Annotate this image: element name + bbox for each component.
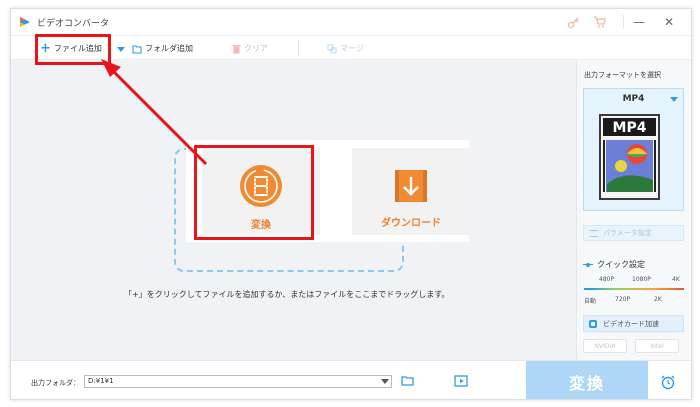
- cart-icon[interactable]: [593, 15, 607, 29]
- mp4-format-icon: MP4: [599, 114, 660, 200]
- quality-720p[interactable]: 720P: [615, 296, 630, 303]
- mp4-icon-text: MP4: [613, 120, 647, 136]
- quality-2k[interactable]: 2K: [654, 296, 662, 303]
- nvidia-chip[interactable]: NVIDIA: [583, 339, 627, 353]
- key-icon[interactable]: [567, 15, 581, 29]
- close-button[interactable]: ✕: [661, 14, 677, 30]
- add-folder-label: フォルダ追加: [145, 44, 193, 53]
- title-divider: [623, 15, 624, 29]
- output-browse-icon[interactable]: [454, 375, 468, 387]
- nvidia-label: NVIDIA: [594, 342, 616, 350]
- download-icon: [395, 170, 427, 202]
- add-folder-button[interactable]: フォルダ追加: [132, 41, 193, 56]
- output-format-sidebar: 出力フォーマットを選択 MP4 MP4 パラメータ設定 クイック設定 480P …: [576, 60, 691, 360]
- parameter-settings-button[interactable]: パラメータ設定: [583, 225, 684, 241]
- open-folder-icon[interactable]: [401, 375, 415, 387]
- output-folder-path: D:¥1¥1: [88, 377, 114, 385]
- toolbar: + ファイル追加 フォルダ追加 クリア マージ: [11, 35, 691, 60]
- merge-label: マージ: [340, 44, 364, 53]
- format-selector[interactable]: MP4 MP4: [583, 88, 684, 211]
- quality-480p[interactable]: 480P: [599, 276, 614, 283]
- quality-slider[interactable]: [584, 288, 684, 290]
- quick-settings-title: クイック設定: [583, 259, 645, 270]
- quality-auto[interactable]: 自動: [584, 296, 596, 305]
- add-file-dropdown[interactable]: [117, 41, 125, 56]
- chevron-down-icon: [670, 97, 678, 102]
- slider-dot-icon: [583, 262, 593, 267]
- convert-button[interactable]: 変換: [526, 361, 648, 399]
- drop-hint-text: 「+」をクリックしてファイルを追加するか、またはファイルをここまでドラッグします…: [124, 290, 450, 299]
- clear-label: クリア: [244, 44, 268, 53]
- gpu-acceleration-toggle[interactable]: ビデオカード加速: [583, 315, 684, 332]
- app-window: ビデオコンバータ — ✕ + ファイル追加 フォルダ追加 クリア マージ 変換 …: [10, 8, 692, 400]
- output-folder-label: 出力フォルダ：: [31, 379, 80, 387]
- chevron-down-icon[interactable]: [381, 379, 389, 384]
- chevron-down-icon: [117, 47, 125, 52]
- quick-settings-label: クイック設定: [597, 260, 645, 269]
- intel-label: Intel: [650, 342, 664, 350]
- format-name: MP4: [622, 94, 645, 104]
- gpu-acceleration-label: ビデオカード加速: [603, 319, 659, 328]
- merge-icon: [327, 44, 337, 53]
- parameter-settings-label: パラメータ設定: [603, 229, 652, 237]
- annotation-highlight-convert: [194, 145, 314, 240]
- alarm-clock-icon[interactable]: [660, 374, 676, 390]
- app-logo-icon: [20, 17, 30, 27]
- download-card[interactable]: ダウンロード: [352, 148, 470, 235]
- toolbar-divider: [298, 41, 299, 55]
- merge-button[interactable]: マージ: [327, 41, 364, 56]
- output-folder-input[interactable]: D:¥1¥1: [84, 375, 392, 388]
- convert-button-label: 変換: [568, 373, 605, 393]
- quality-1080p[interactable]: 1080P: [632, 276, 651, 283]
- download-card-label: ダウンロード: [381, 218, 441, 229]
- minimize-button[interactable]: —: [631, 14, 647, 30]
- sliders-icon: [590, 229, 598, 237]
- folder-add-icon: [132, 44, 142, 54]
- trash-icon: [232, 44, 241, 53]
- quality-4k[interactable]: 4K: [672, 276, 680, 283]
- clear-button[interactable]: クリア: [232, 41, 268, 56]
- annotation-highlight-add-file: [35, 34, 111, 65]
- gpu-checkbox-icon: [589, 319, 597, 328]
- title-bar: ビデオコンバータ — ✕: [11, 9, 691, 35]
- intel-chip[interactable]: Intel: [635, 339, 679, 353]
- window-title: ビデオコンバータ: [37, 19, 110, 29]
- bottom-bar: 出力フォルダ： D:¥1¥1 変換: [11, 360, 691, 399]
- sidebar-title: 出力フォーマットを選択: [584, 71, 661, 79]
